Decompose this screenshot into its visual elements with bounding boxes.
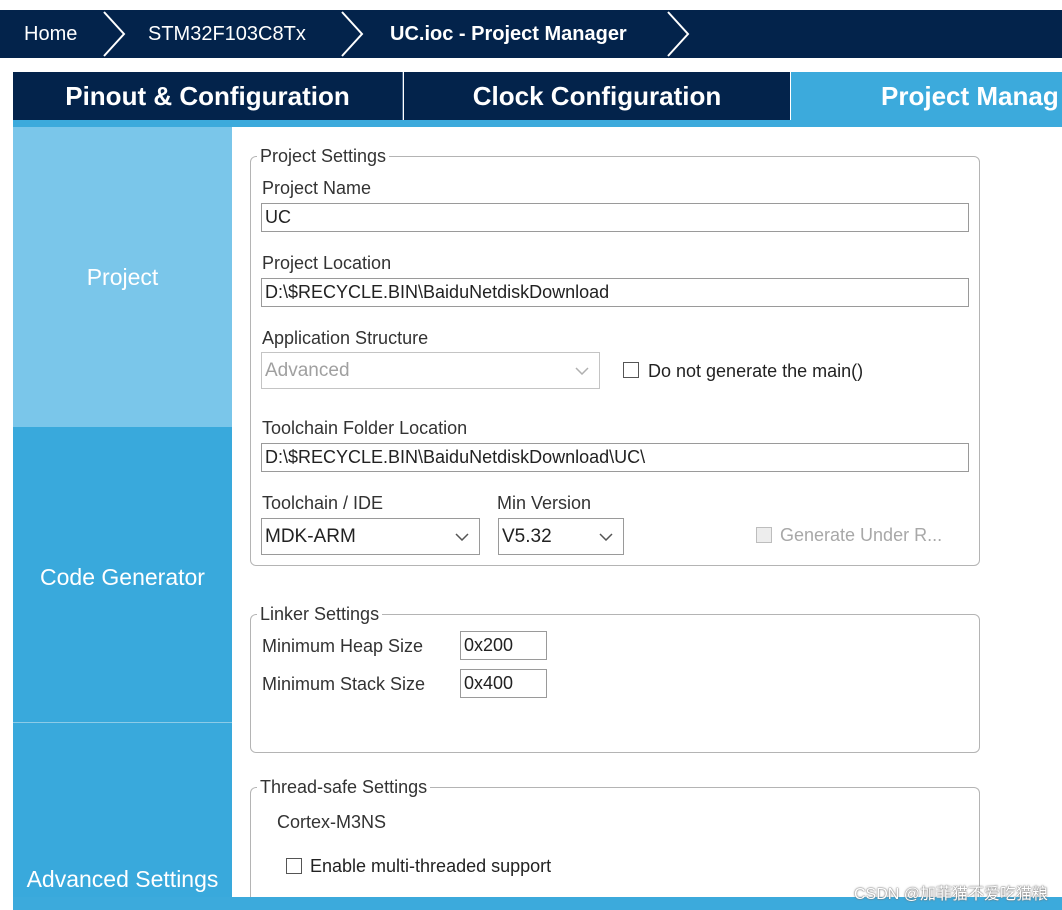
min-heap-size-label: Minimum Heap Size — [262, 636, 424, 656]
multithread-checkbox[interactable] — [286, 858, 302, 874]
chevron-right-icon — [667, 11, 690, 57]
thread-safe-settings-legend: Thread-safe Settings — [257, 776, 431, 798]
breadcrumb-home[interactable]: Home — [24, 22, 77, 46]
core-label: Cortex-M3NS — [277, 812, 387, 832]
no-main-label: Do not generate the main() — [648, 361, 864, 381]
no-main-checkbox[interactable] — [623, 362, 639, 378]
sidebar: Project Code Generator Advanced Settings — [13, 127, 232, 897]
breadcrumb-device[interactable]: STM32F103C8Tx — [148, 22, 306, 46]
toolchain-ide-select[interactable]: MDK-ARM — [261, 518, 480, 555]
watermark: CSDN @加菲猫不爱吃猫粮 — [853, 886, 1048, 903]
generate-under-root-checkbox — [756, 527, 772, 543]
application-structure-value: Advanced — [265, 360, 350, 381]
min-stack-size-input[interactable]: 0x400 — [460, 669, 547, 698]
breadcrumb-project[interactable]: UC.ioc - Project Manager — [390, 22, 627, 46]
application-structure-select: Advanced — [261, 352, 600, 389]
toolchain-folder-label: Toolchain Folder Location — [262, 418, 468, 438]
project-location-label: Project Location — [262, 253, 392, 273]
min-version-select[interactable]: V5.32 — [498, 518, 624, 555]
min-version-label: Min Version — [497, 493, 592, 513]
project-settings-group: Project Settings Project Name UC Project… — [250, 145, 980, 566]
tab-pinout-configuration[interactable]: Pinout & Configuration — [13, 72, 403, 120]
linker-settings-group: Linker Settings Minimum Heap Size 0x200 … — [250, 603, 980, 753]
sidebar-item-project[interactable]: Project — [13, 127, 232, 427]
generate-under-root-label: Generate Under R... — [780, 525, 943, 545]
chevron-down-icon — [575, 366, 589, 375]
min-stack-size-label: Minimum Stack Size — [262, 674, 426, 694]
project-name-label: Project Name — [262, 178, 372, 198]
min-version-value: V5.32 — [502, 526, 552, 547]
tab-clock-configuration[interactable]: Clock Configuration — [404, 72, 790, 120]
toolchain-ide-value: MDK-ARM — [265, 526, 356, 547]
linker-settings-legend: Linker Settings — [257, 603, 383, 625]
application-structure-label: Application Structure — [262, 328, 429, 348]
min-heap-size-input[interactable]: 0x200 — [460, 631, 547, 660]
chevron-right-icon — [341, 11, 364, 57]
chevron-down-icon — [599, 532, 613, 541]
chevron-right-icon — [103, 11, 126, 57]
multithread-label: Enable multi-threaded support — [310, 856, 552, 876]
toolchain-folder-input[interactable]: D:\$RECYCLE.BIN\BaiduNetdiskDownload\UC\ — [261, 443, 969, 472]
main-tabs: Pinout & Configuration Clock Configurati… — [13, 72, 1062, 120]
chevron-down-icon — [455, 532, 469, 541]
project-name-input[interactable]: UC — [261, 203, 969, 232]
tab-project-manager[interactable]: Project Manag — [791, 72, 1062, 120]
toolchain-ide-label: Toolchain / IDE — [262, 493, 384, 513]
breadcrumb: Home STM32F103C8Tx UC.ioc - Project Mana… — [0, 10, 1062, 58]
project-settings-legend: Project Settings — [257, 145, 390, 167]
project-location-input[interactable]: D:\$RECYCLE.BIN\BaiduNetdiskDownload — [261, 278, 969, 307]
sidebar-item-advanced-settings[interactable]: Advanced Settings — [13, 724, 232, 897]
tab-underline — [13, 120, 1062, 127]
sidebar-item-label: Advanced Settings — [26, 866, 219, 892]
sidebar-item-code-generator[interactable]: Code Generator — [13, 427, 232, 723]
